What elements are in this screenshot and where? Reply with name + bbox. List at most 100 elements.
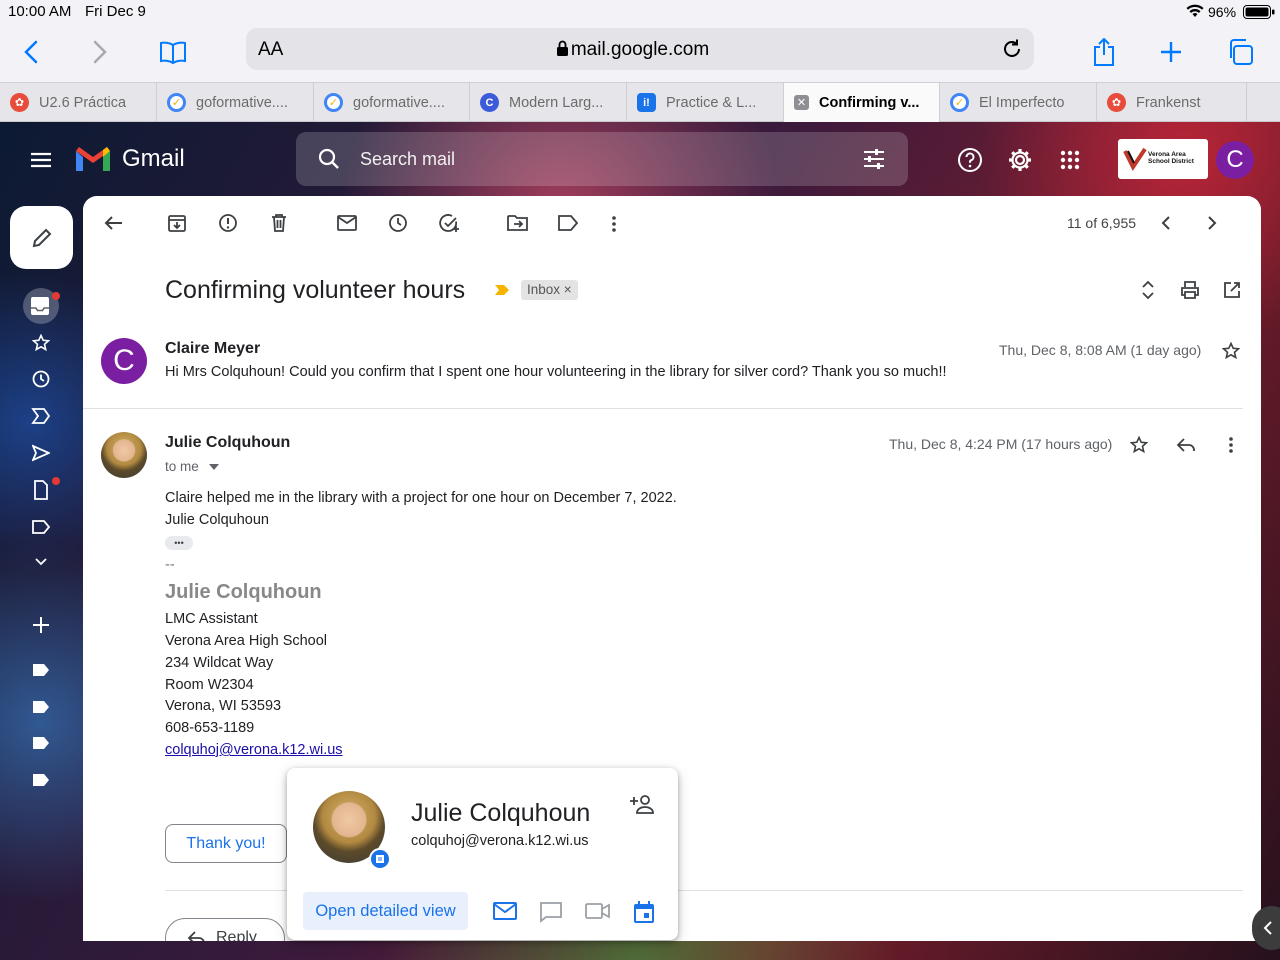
print-icon[interactable] [1180,280,1200,300]
move-to-icon[interactable] [507,214,529,232]
browser-tab[interactable]: ✓ goformative.... [157,83,314,122]
label-icon[interactable] [32,700,50,714]
sent-icon[interactable] [32,444,50,462]
browser-tab[interactable]: i! Practice & L... [627,83,784,122]
caret-down-icon [208,464,219,471]
search-icon[interactable] [318,148,340,170]
workspace-badge-icon [369,848,391,870]
browser-tab[interactable]: ✓ El Imperfecto [940,83,1097,122]
signature-separator: -- [165,557,175,573]
reply-icon[interactable] [1176,437,1196,453]
back-icon[interactable] [12,34,52,70]
goformative-check-icon: ✓ [167,93,186,112]
sender-photo[interactable] [101,432,147,478]
archive-icon[interactable] [167,213,187,233]
sender-name[interactable]: Julie Colquhoun [165,434,290,452]
add-contact-icon[interactable] [629,794,657,814]
browser-tab[interactable]: ✿ Frankenst [1097,83,1247,122]
starred-icon[interactable] [32,334,50,352]
settings-gear-icon[interactable] [1007,147,1033,173]
older-chevron-icon[interactable] [1207,216,1217,230]
inbox-icon[interactable] [30,296,50,316]
smart-reply-button[interactable]: Thank you! [165,824,287,863]
important-icon[interactable] [31,407,51,425]
drafts-unread-dot [52,477,60,485]
more-options-icon[interactable] [611,215,617,233]
signature-line: Room W2304 [165,677,254,693]
apps-grid-icon[interactable] [1060,150,1080,170]
forward-icon[interactable] [79,34,119,70]
signature-name: Julie Colquhoun [165,581,322,603]
gmail-logo-icon[interactable] [74,145,112,173]
newer-chevron-icon[interactable] [1161,216,1171,230]
sender-name[interactable]: Claire Meyer [165,340,260,358]
delete-icon[interactable] [270,213,288,233]
label-icon[interactable] [32,736,50,750]
contact-name: Julie Colquhoun [411,799,591,827]
message-snippet[interactable]: Hi Mrs Colquhoun! Could you confirm that… [165,364,947,380]
reply-button[interactable]: Reply [165,918,285,941]
sender-avatar[interactable]: C [101,338,147,384]
message-date: Thu, Dec 8, 8:08 AM (1 day ago) [999,342,1202,358]
expand-all-icon[interactable] [1141,280,1155,300]
drafts-icon[interactable] [34,480,48,500]
add-to-tasks-icon[interactable] [439,213,461,233]
star-icon[interactable] [1222,342,1240,360]
inbox-unread-dot [52,292,60,300]
signature-email-link[interactable]: colquhoj@verona.k12.wi.us [165,742,343,758]
report-spam-icon[interactable] [218,213,238,233]
snoozed-icon[interactable] [32,370,50,388]
search-input[interactable]: Search mail [360,149,455,170]
remove-label-icon[interactable]: × [564,282,572,297]
label-icon[interactable] [32,773,50,787]
video-call-icon[interactable] [585,902,611,920]
create-label-plus-icon[interactable] [32,616,50,634]
send-email-icon[interactable] [493,902,517,920]
blue-c-icon: C [480,93,499,112]
important-marker-icon[interactable] [494,284,510,296]
message-more-icon[interactable] [1228,436,1234,454]
account-avatar[interactable]: C [1216,141,1254,179]
message-body-line: Julie Colquhoun [165,512,269,528]
snooze-icon[interactable] [388,213,408,233]
browser-tab[interactable]: ✿ U2.6 Práctica [0,83,157,122]
main-menu-icon[interactable] [28,148,54,172]
share-icon[interactable] [1084,34,1124,70]
tab-bar: ✿ U2.6 Práctica ✓ goformative.... ✓ gofo… [0,82,1280,122]
more-chevron-icon[interactable] [34,556,48,568]
goformative-check-icon: ✓ [950,93,969,112]
new-tab-icon[interactable] [1151,34,1191,70]
signature-line: 608-653-1189 [165,720,255,736]
labels-icon[interactable] [558,215,578,231]
back-to-inbox-icon[interactable] [103,215,123,231]
close-tab-icon[interactable]: ✕ [794,95,809,110]
label-icon[interactable] [32,663,50,677]
mark-unread-icon[interactable] [337,215,357,231]
search-options-icon[interactable] [862,148,886,170]
side-panel-toggle[interactable] [1252,906,1280,950]
label-outline-icon[interactable] [31,519,51,535]
open-detailed-view-button[interactable]: Open detailed view [303,892,468,930]
district-logo[interactable]: Verona Area School District [1118,139,1208,179]
browser-toolbar: AA mail.google.com [0,24,1280,82]
tabs-overview-icon[interactable] [1220,34,1260,70]
star-icon[interactable] [1130,436,1148,454]
recipients-toggle[interactable]: to me [165,459,219,474]
bookmarks-icon[interactable] [153,34,193,70]
browser-tab[interactable]: C Modern Larg... [470,83,627,122]
calendar-icon[interactable] [633,900,655,924]
compose-button[interactable] [10,206,73,269]
reload-icon[interactable] [1001,38,1023,60]
chevron-left-icon [1263,921,1273,935]
inbox-label-chip[interactable]: Inbox × [521,280,578,300]
search-bar[interactable]: Search mail [296,132,908,186]
email-subject: Confirming volunteer hours [165,276,466,304]
address-bar[interactable]: AA mail.google.com [246,28,1034,70]
show-trimmed-content-button[interactable]: ••• [165,536,193,550]
browser-tab[interactable]: ✓ goformative.... [314,83,470,122]
help-icon[interactable] [957,147,983,173]
signature-line: 234 Wildcat Way [165,655,274,671]
open-new-window-icon[interactable] [1223,281,1241,299]
chat-icon[interactable] [539,901,563,923]
browser-tab-active[interactable]: ✕ Confirming v... [784,83,940,122]
